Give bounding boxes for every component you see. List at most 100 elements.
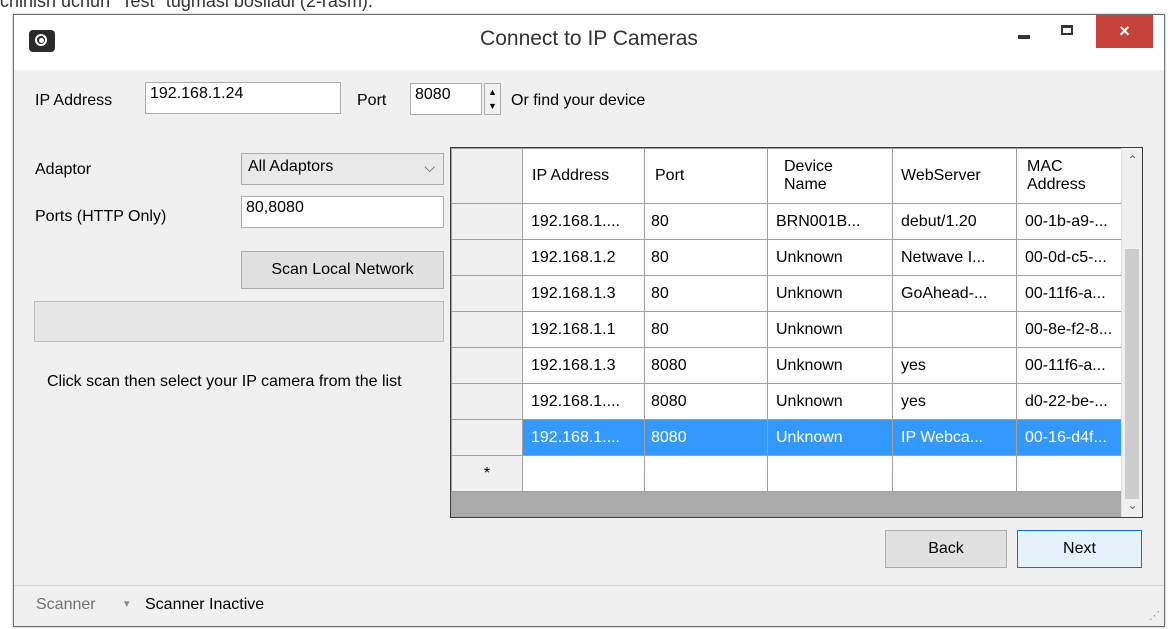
cell-port[interactable]: 8080	[644, 347, 768, 384]
cell-port[interactable]: 80	[644, 311, 768, 348]
table-row[interactable]: 192.168.1.... 8080 Unknown IP Webca... 00-16…	[451, 419, 1137, 456]
resize-grip-icon[interactable]: ⋰	[1149, 609, 1160, 622]
row-header[interactable]	[451, 203, 523, 240]
scan-network-button[interactable]: Scan Local Network	[241, 251, 444, 289]
table-row[interactable]: 192.168.1.3 80 Unknown GoAhead-... 00-11f6-a…	[451, 275, 1137, 312]
cell-webserver[interactable]: IP Webca...	[892, 419, 1017, 456]
adaptor-select-value: All Adaptors	[248, 158, 334, 175]
table-row[interactable]: 192.168.1.... 80 BRN001B... debut/1.20 00-1b…	[451, 203, 1137, 240]
row-header[interactable]	[451, 275, 523, 312]
camera-grid[interactable]: IP Address Port Device Name WebServer MA…	[450, 147, 1143, 518]
cell-mac[interactable]: 00-16-d4f...	[1016, 419, 1137, 456]
ports-label: Ports (HTTP Only)	[35, 208, 167, 225]
cell-webserver[interactable]: Netwave I...	[892, 239, 1017, 276]
ip-address-label: IP Address	[35, 92, 113, 109]
cell-device-name[interactable]: Unknown	[767, 347, 893, 384]
cell-port[interactable]: 8080	[644, 383, 768, 420]
cell-device-name[interactable]: Unknown	[767, 419, 893, 456]
scan-progress-bar	[34, 301, 444, 342]
cell-device-name[interactable]: Unknown	[767, 311, 893, 348]
cell-ip[interactable]: 192.168.1....	[522, 203, 645, 240]
cell-ip[interactable]: 192.168.1.2	[522, 239, 645, 276]
cell-port[interactable]: 80	[644, 275, 768, 312]
scroll-up-icon[interactable]: ⌃	[1122, 150, 1142, 170]
back-button[interactable]: Back	[885, 530, 1007, 568]
next-button[interactable]: Next	[1017, 530, 1142, 568]
new-row-marker: *	[451, 455, 523, 492]
cell-device-name[interactable]: BRN001B...	[767, 203, 893, 240]
cell-port[interactable]: 8080	[644, 419, 768, 456]
cell-mac[interactable]: 00-11f6-a...	[1016, 347, 1137, 384]
cell-ip[interactable]: 192.168.1.3	[522, 275, 645, 312]
scanner-status: Scanner Inactive	[145, 596, 265, 613]
title-bar: Connect to IP Cameras ×	[14, 15, 1164, 70]
spinner-up-icon[interactable]: ▲	[487, 85, 498, 99]
port-spinner[interactable]: ▲ ▼	[484, 83, 501, 115]
new-row-cell[interactable]	[892, 455, 1017, 492]
cell-webserver[interactable]	[892, 311, 1017, 348]
close-button[interactable]: ×	[1096, 15, 1153, 48]
cell-ip[interactable]: 192.168.1.3	[522, 347, 645, 384]
scroll-down-icon[interactable]: ⌄	[1122, 495, 1142, 515]
scanner-dropdown[interactable]: Scanner	[36, 596, 96, 614]
adaptor-label: Adaptor	[35, 161, 92, 178]
new-row-cell[interactable]	[644, 455, 768, 492]
cell-ip[interactable]: 192.168.1....	[522, 419, 645, 456]
cell-port[interactable]: 80	[644, 239, 768, 276]
row-header[interactable]	[451, 383, 523, 420]
col-header-webserver[interactable]: WebServer	[892, 148, 1017, 204]
find-device-label: Or find your device	[511, 92, 646, 109]
scan-hint: Click scan then select your IP camera fr…	[47, 373, 402, 390]
port-input[interactable]: 8080	[410, 83, 482, 115]
new-row-cell[interactable]	[767, 455, 893, 492]
col-header-port[interactable]: Port	[644, 148, 768, 204]
table-row[interactable]: 192.168.1.1 80 Unknown 00-8e-f2-8...	[451, 311, 1137, 348]
cell-ip[interactable]: 192.168.1....	[522, 383, 645, 420]
cell-ip[interactable]: 192.168.1.1	[522, 311, 645, 348]
table-row[interactable]: 192.168.1.2 80 Unknown Netwave I... 00-0d-c5…	[451, 239, 1137, 276]
col-header-mac[interactable]: MAC Address	[1016, 148, 1137, 204]
adaptor-select[interactable]: All Adaptors ⌵	[241, 153, 444, 185]
new-row[interactable]: *	[451, 455, 1137, 492]
scroll-thumb[interactable]	[1125, 249, 1139, 499]
table-row[interactable]: 192.168.1.... 8080 Unknown yes d0-22-be-...	[451, 383, 1137, 420]
row-header[interactable]	[451, 347, 523, 384]
cell-mac[interactable]: 00-0d-c5-...	[1016, 239, 1137, 276]
ports-input[interactable]: 80,8080	[241, 196, 444, 228]
page-caption: chinish uchun "Test" tugmasi bosiladi (2…	[0, 0, 373, 11]
cell-port[interactable]: 80	[644, 203, 768, 240]
dialog-window: Connect to IP Cameras × IP Address 192.1…	[13, 14, 1165, 627]
maximize-button[interactable]	[1050, 15, 1084, 48]
chevron-down-icon: ⌵	[424, 159, 435, 175]
row-header[interactable]	[451, 311, 523, 348]
cell-mac[interactable]: 00-11f6-a...	[1016, 275, 1137, 312]
row-header[interactable]	[451, 239, 523, 276]
camera-table: IP Address Port Device Name WebServer MA…	[451, 148, 1137, 492]
cell-device-name[interactable]: Unknown	[767, 383, 893, 420]
cell-webserver[interactable]: yes	[892, 383, 1017, 420]
header-row: IP Address Port Device Name WebServer MA…	[451, 148, 1137, 204]
cell-mac[interactable]: d0-22-be-...	[1016, 383, 1137, 420]
cell-webserver[interactable]: debut/1.20	[892, 203, 1017, 240]
cell-mac[interactable]: 00-8e-f2-8...	[1016, 311, 1137, 348]
new-row-cell[interactable]	[1016, 455, 1137, 492]
ip-address-input[interactable]: 192.168.1.24	[145, 82, 341, 114]
cell-mac[interactable]: 00-1b-a9-...	[1016, 203, 1137, 240]
cell-device-name[interactable]: Unknown	[767, 275, 893, 312]
new-row-cell[interactable]	[522, 455, 645, 492]
vertical-scrollbar[interactable]: ⌃ ⌄	[1121, 148, 1142, 517]
cell-webserver[interactable]: GoAhead-...	[892, 275, 1017, 312]
cell-device-name[interactable]: Unknown	[767, 239, 893, 276]
cell-webserver[interactable]: yes	[892, 347, 1017, 384]
col-header-ip[interactable]: IP Address	[522, 148, 645, 204]
corner-header	[451, 148, 523, 204]
port-label: Port	[357, 92, 387, 109]
minimize-button[interactable]	[1009, 15, 1041, 48]
row-header[interactable]	[451, 419, 523, 456]
status-bar: Scanner ▾ Scanner Inactive ⋰	[14, 585, 1164, 626]
table-row[interactable]: 192.168.1.3 8080 Unknown yes 00-11f6-a...	[451, 347, 1137, 384]
dropdown-arrow-icon[interactable]: ▾	[124, 597, 130, 610]
col-header-device-name[interactable]: Device Name	[767, 148, 893, 204]
spinner-down-icon[interactable]: ▼	[487, 99, 498, 113]
window-title: Connect to IP Cameras	[480, 27, 698, 50]
